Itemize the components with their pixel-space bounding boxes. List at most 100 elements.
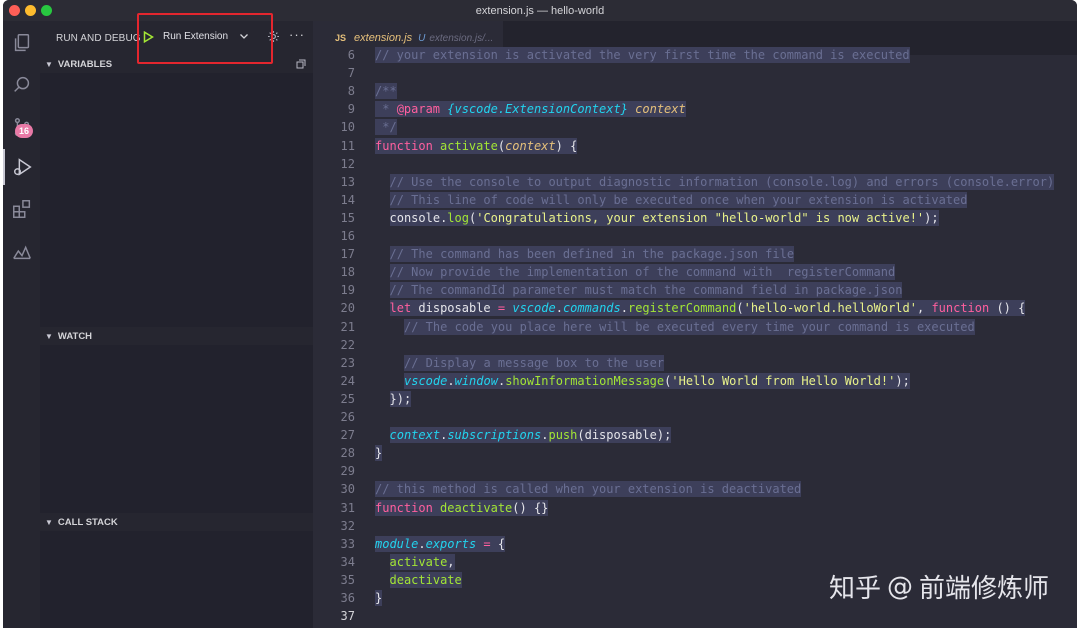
line-number[interactable]: 17 — [313, 247, 355, 261]
line-number[interactable]: 21 — [313, 320, 355, 334]
line-number[interactable]: 7 — [313, 66, 355, 80]
code-line[interactable]: 37 — [313, 607, 1077, 625]
code-text: context.subscriptions.push(disposable); — [389, 427, 672, 444]
line-number[interactable]: 36 — [313, 591, 355, 605]
line-number[interactable]: 8 — [313, 84, 355, 98]
line-number[interactable]: 29 — [313, 464, 355, 478]
code-line[interactable]: 22 — [313, 336, 1077, 354]
code-line[interactable]: 7 — [313, 64, 1077, 82]
extensions-icon[interactable] — [3, 191, 40, 227]
search-icon[interactable] — [3, 67, 40, 103]
line-number[interactable]: 10 — [313, 120, 355, 134]
code-line[interactable]: 10 */ — [313, 118, 1077, 136]
line-number[interactable]: 16 — [313, 229, 355, 243]
code-line[interactable]: 25}); — [313, 390, 1077, 408]
code-line[interactable]: 11 function activate(context) { — [313, 137, 1077, 155]
code-line[interactable]: 32 — [313, 517, 1077, 535]
code-line[interactable]: 33 module.exports = { — [313, 535, 1077, 553]
line-number[interactable]: 6 — [313, 48, 355, 62]
code-text: function deactivate() {} — [375, 499, 549, 516]
code-text: function activate(context) { — [375, 137, 578, 154]
line-number[interactable]: 32 — [313, 519, 355, 533]
line-number[interactable]: 30 — [313, 482, 355, 496]
code-line[interactable]: 6 // your extension is activated the very… — [313, 46, 1077, 64]
explorer-icon[interactable] — [3, 25, 40, 61]
code-line[interactable]: 8 /** — [313, 82, 1077, 100]
untracked-status: U — [418, 32, 426, 44]
close-window-button[interactable] — [9, 5, 20, 16]
more-actions-icon[interactable]: ··· — [289, 27, 305, 42]
code-line[interactable]: 16 — [313, 227, 1077, 245]
watermark: 知乎 @ 前端修炼师 — [829, 568, 1049, 605]
line-number[interactable]: 37 — [313, 609, 355, 623]
watch-section-header[interactable]: ▼ WATCH — [40, 327, 313, 345]
code-text: // The code you place here will be execu… — [404, 318, 975, 335]
code-editor[interactable]: 6 // your extension is activated the very… — [313, 47, 1077, 628]
code-line[interactable]: 29 — [313, 462, 1077, 480]
code-line[interactable]: 26 — [313, 408, 1077, 426]
line-number[interactable]: 18 — [313, 265, 355, 279]
chevron-down-icon: ▼ — [45, 59, 53, 69]
line-number[interactable]: 11 — [313, 139, 355, 153]
chevron-down-icon: ▼ — [45, 331, 53, 341]
code-text: */ — [375, 119, 397, 136]
code-text: /** — [375, 83, 397, 100]
line-number[interactable]: 25 — [313, 392, 355, 406]
line-number[interactable]: 15 — [313, 211, 355, 225]
code-text: activate, — [389, 553, 455, 570]
line-number[interactable]: 22 — [313, 338, 355, 352]
code-line[interactable]: 12 — [313, 155, 1077, 173]
code-line[interactable]: 30 // this method is called when your ext… — [313, 480, 1077, 498]
line-number[interactable]: 26 — [313, 410, 355, 424]
code-text: } — [375, 445, 383, 462]
code-line[interactable]: 14 // This line of code will only be exec… — [313, 191, 1077, 209]
code-line[interactable]: 13 // Use the console to output diagnosti… — [313, 173, 1077, 191]
line-number[interactable]: 24 — [313, 374, 355, 388]
code-line[interactable]: 17 // The command has been defined in the… — [313, 245, 1077, 263]
annotation-highlight-box — [137, 13, 273, 64]
code-line[interactable]: 21 // The code you place here will be exe… — [313, 318, 1077, 336]
code-line[interactable]: 15 console.log('Congratulations, your ext… — [313, 209, 1077, 227]
line-number[interactable]: 19 — [313, 283, 355, 297]
line-number[interactable]: 9 — [313, 102, 355, 116]
line-number[interactable]: 31 — [313, 501, 355, 515]
code-line[interactable]: 19 // The commandId parameter must match … — [313, 281, 1077, 299]
code-text: deactivate — [389, 571, 462, 588]
line-number[interactable]: 14 — [313, 193, 355, 207]
code-line[interactable]: 27 context.subscriptions.push(disposable)… — [313, 426, 1077, 444]
line-number[interactable]: 27 — [313, 428, 355, 442]
line-number[interactable]: 12 — [313, 157, 355, 171]
line-number[interactable]: 35 — [313, 573, 355, 587]
test-icon[interactable] — [3, 233, 40, 269]
run-debug-icon[interactable] — [3, 149, 40, 185]
code-line[interactable]: 20 let disposable = vscode.commands.regis… — [313, 299, 1077, 317]
code-text: // This line of code will only be execut… — [389, 191, 968, 208]
code-line[interactable]: 28} — [313, 444, 1077, 462]
code-text: * @param {vscode.ExtensionContext} conte… — [375, 101, 686, 118]
line-number[interactable]: 23 — [313, 356, 355, 370]
code-text: console.log('Congratulations, your exten… — [389, 209, 939, 226]
maximize-window-button[interactable] — [41, 5, 52, 16]
line-number[interactable]: 33 — [313, 537, 355, 551]
code-line[interactable]: 24 vscode.window.showInformationMessage('… — [313, 372, 1077, 390]
code-line[interactable]: 23 // Display a message box to the user — [313, 354, 1077, 372]
variables-section-title: VARIABLES — [57, 58, 113, 70]
line-number[interactable]: 13 — [313, 175, 355, 189]
minimize-window-button[interactable] — [25, 5, 36, 16]
line-number[interactable]: 20 — [313, 301, 355, 315]
tab-path: extension.js/... — [429, 32, 494, 44]
code-line[interactable]: 9 * @param {vscode.ExtensionContext} con… — [313, 100, 1077, 118]
code-text: }); — [389, 390, 412, 407]
activity-bar: 16 — [3, 21, 40, 628]
collapse-all-icon[interactable] — [296, 59, 306, 72]
watermark-site: 知乎 — [829, 574, 882, 604]
watch-section-title: WATCH — [57, 330, 93, 342]
call-stack-section-header[interactable]: ▼ CALL STACK — [40, 513, 313, 531]
code-text: module.exports = { — [375, 535, 506, 552]
code-text: // Display a message box to the user — [404, 354, 665, 371]
line-number[interactable]: 34 — [313, 555, 355, 569]
watermark-handle: 前端修炼师 — [919, 574, 1050, 604]
line-number[interactable]: 28 — [313, 446, 355, 460]
code-line[interactable]: 31 function deactivate() {} — [313, 499, 1077, 517]
code-line[interactable]: 18 // Now provide the implementation of t… — [313, 263, 1077, 281]
